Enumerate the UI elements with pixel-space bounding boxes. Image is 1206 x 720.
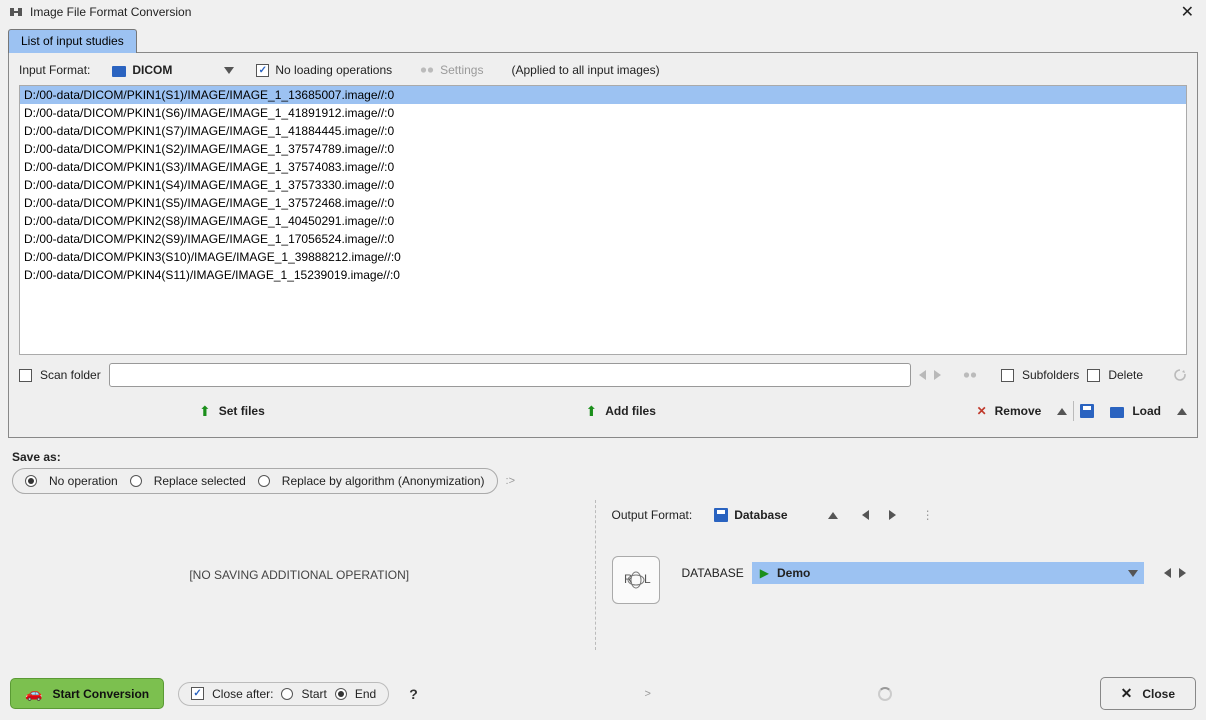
list-item[interactable]: D:/00-data/DICOM/PKIN1(S5)/IMAGE/IMAGE_1… xyxy=(20,194,1186,212)
subfolders-checkbox[interactable] xyxy=(1001,369,1014,382)
output-format-label: Output Format: xyxy=(612,508,693,522)
scan-folder-checkbox[interactable] xyxy=(19,369,32,382)
chevron-down-icon xyxy=(1128,570,1138,577)
load-button[interactable]: Load xyxy=(1110,404,1161,418)
spinner-icon xyxy=(878,687,892,701)
separator xyxy=(1073,401,1074,421)
remove-button[interactable]: ✕ Remove xyxy=(977,404,1042,418)
folder-icon xyxy=(1110,407,1124,418)
output-format-value: Database xyxy=(734,508,787,522)
arrow-up-icon: ⬆ xyxy=(199,403,211,420)
settings-button[interactable]: Settings xyxy=(440,63,483,77)
radio-no-operation[interactable] xyxy=(25,475,37,487)
orientation-icon[interactable]: RL xyxy=(612,556,660,604)
car-icon: 🚗 xyxy=(25,685,42,702)
radio-start[interactable] xyxy=(281,688,293,700)
input-files-list[interactable]: D:/00-data/DICOM/PKIN1(S1)/IMAGE/IMAGE_1… xyxy=(19,85,1187,355)
close-icon: ✕ xyxy=(1121,685,1133,702)
list-item[interactable]: D:/00-data/DICOM/PKIN1(S7)/IMAGE/IMAGE_1… xyxy=(20,122,1186,140)
help-button[interactable]: ? xyxy=(409,686,418,702)
refresh-icon[interactable] xyxy=(1173,368,1187,382)
scan-folder-label: Scan folder xyxy=(40,368,101,382)
radio-replace-algorithm-label: Replace by algorithm (Anonymization) xyxy=(282,474,485,488)
save-icon[interactable] xyxy=(1080,404,1094,418)
add-files-button[interactable]: ⬆ Add files xyxy=(585,403,655,420)
chevron-up-icon[interactable] xyxy=(1057,408,1067,415)
tab-input-studies[interactable]: List of input studies xyxy=(8,29,137,53)
list-item[interactable]: D:/00-data/DICOM/PKIN4(S11)/IMAGE/IMAGE_… xyxy=(20,266,1186,284)
list-item[interactable]: D:/00-data/DICOM/PKIN1(S3)/IMAGE/IMAGE_1… xyxy=(20,158,1186,176)
applied-all-text: (Applied to all input images) xyxy=(511,63,659,77)
radio-end-label: End xyxy=(355,687,376,701)
set-files-button[interactable]: ⬆ Set files xyxy=(199,403,265,420)
more-icon: ⋮ xyxy=(922,508,934,522)
input-format-value: DICOM xyxy=(132,63,172,77)
close-after-label: Close after: xyxy=(212,687,273,701)
next-icon[interactable] xyxy=(889,510,896,520)
radio-end[interactable] xyxy=(335,688,347,700)
database-icon xyxy=(714,508,728,522)
database-dropdown[interactable]: ▶ Demo xyxy=(752,562,1144,584)
settings-icon xyxy=(420,63,434,77)
chevron-right-icon: :> xyxy=(506,475,515,487)
list-item[interactable]: D:/00-data/DICOM/PKIN1(S2)/IMAGE/IMAGE_1… xyxy=(20,140,1186,158)
save-as-options: No operation Replace selected Replace by… xyxy=(12,468,498,494)
input-format-label: Input Format: xyxy=(19,63,90,77)
list-item[interactable]: D:/00-data/DICOM/PKIN3(S10)/IMAGE/IMAGE_… xyxy=(20,248,1186,266)
close-after-group: Close after: Start End xyxy=(178,682,389,706)
output-format-dropdown[interactable]: Database xyxy=(714,508,787,522)
no-saving-text: [NO SAVING ADDITIONAL OPERATION] xyxy=(12,500,587,650)
svg-text:L: L xyxy=(644,572,651,586)
dicom-icon xyxy=(112,66,126,77)
vertical-divider xyxy=(595,500,596,650)
scan-folder-input[interactable] xyxy=(109,363,911,387)
chevron-right-icon: > xyxy=(644,688,650,700)
play-icon: ▶ xyxy=(760,566,769,580)
prev-icon[interactable] xyxy=(919,370,926,380)
delete-checkbox[interactable] xyxy=(1087,369,1100,382)
chevron-up-icon[interactable] xyxy=(828,512,838,519)
prev-icon[interactable] xyxy=(1164,568,1171,578)
radio-start-label: Start xyxy=(301,687,326,701)
delete-label: Delete xyxy=(1108,368,1143,382)
list-item[interactable]: D:/00-data/DICOM/PKIN1(S6)/IMAGE/IMAGE_1… xyxy=(20,104,1186,122)
link-icon[interactable] xyxy=(963,368,977,382)
radio-replace-algorithm[interactable] xyxy=(258,475,270,487)
chevron-down-icon xyxy=(224,67,234,74)
input-format-dropdown[interactable]: DICOM xyxy=(112,63,234,77)
radio-no-operation-label: No operation xyxy=(49,474,118,488)
radio-replace-selected[interactable] xyxy=(130,475,142,487)
close-button[interactable]: ✕ Close xyxy=(1100,677,1196,710)
no-loading-checkbox[interactable] xyxy=(256,64,269,77)
window-close-button[interactable]: ✕ xyxy=(1177,2,1198,22)
save-as-heading: Save as: xyxy=(12,450,1194,464)
list-item[interactable]: D:/00-data/DICOM/PKIN1(S1)/IMAGE/IMAGE_1… xyxy=(20,86,1186,104)
next-icon[interactable] xyxy=(934,370,941,380)
radio-replace-selected-label: Replace selected xyxy=(154,474,246,488)
window-title: Image File Format Conversion xyxy=(30,5,1177,19)
start-conversion-button[interactable]: 🚗 Start Conversion xyxy=(10,678,164,709)
list-item[interactable]: D:/00-data/DICOM/PKIN2(S9)/IMAGE/IMAGE_1… xyxy=(20,230,1186,248)
database-value: Demo xyxy=(777,566,810,580)
database-label: DATABASE xyxy=(682,566,744,580)
no-loading-label: No loading operations xyxy=(275,63,392,77)
subfolders-label: Subfolders xyxy=(1022,368,1079,382)
chevron-up-icon[interactable] xyxy=(1177,408,1187,415)
list-item[interactable]: D:/00-data/DICOM/PKIN2(S8)/IMAGE/IMAGE_1… xyxy=(20,212,1186,230)
x-icon: ✕ xyxy=(977,404,987,418)
list-item[interactable]: D:/00-data/DICOM/PKIN1(S4)/IMAGE/IMAGE_1… xyxy=(20,176,1186,194)
arrow-up-icon: ⬆ xyxy=(585,403,597,420)
input-panel: Input Format: DICOM No loading operation… xyxy=(8,52,1198,438)
app-logo-icon xyxy=(8,4,24,20)
next-icon[interactable] xyxy=(1179,568,1186,578)
prev-icon[interactable] xyxy=(862,510,869,520)
close-after-checkbox[interactable] xyxy=(191,687,204,700)
